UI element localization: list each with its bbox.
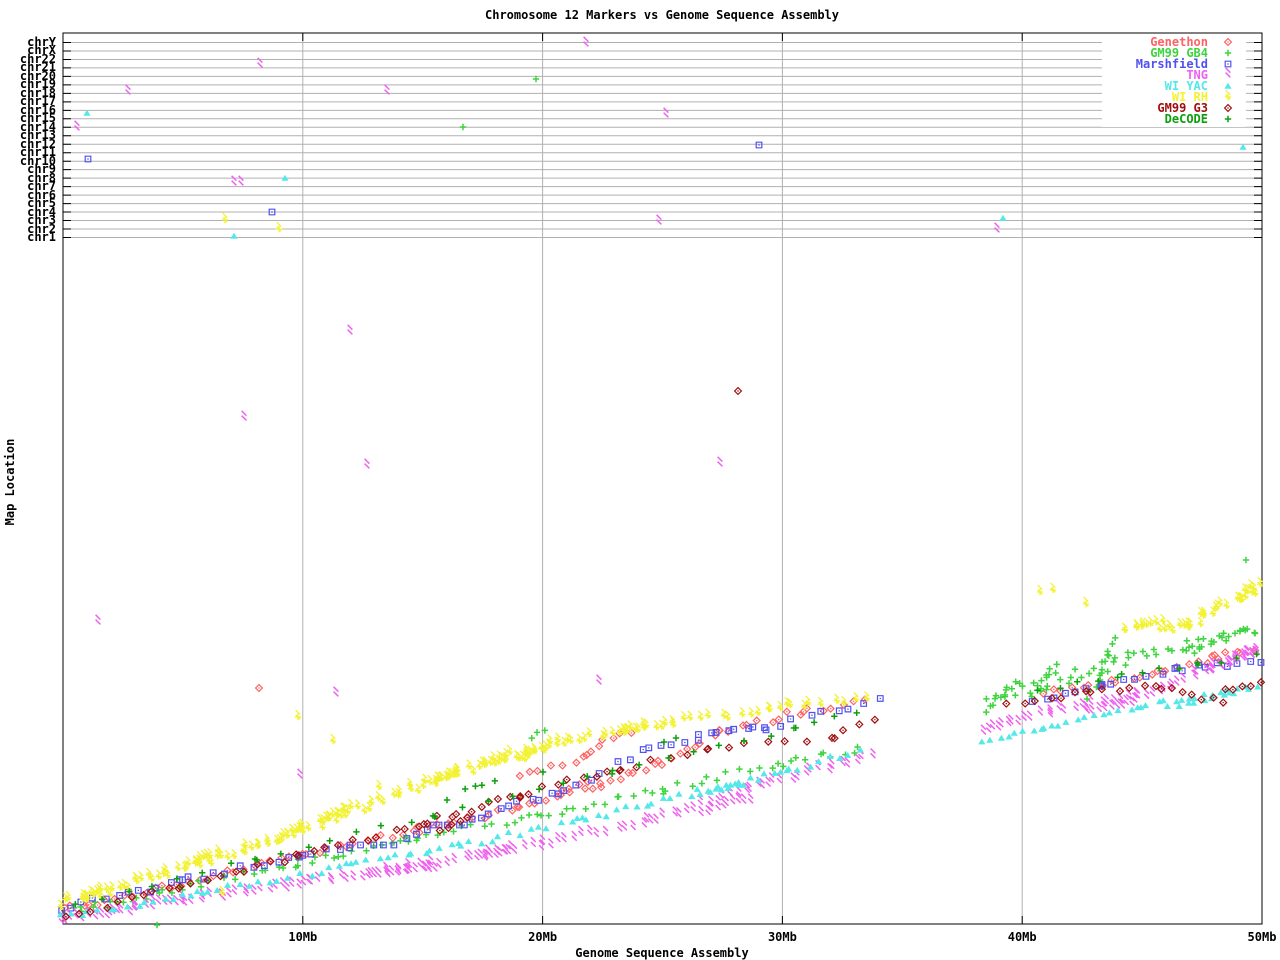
x-axis-label: Genome Sequence Assembly: [575, 946, 749, 960]
x-tick-label-40Mb: 40Mb: [1007, 930, 1037, 944]
y-axis-label: Map Location: [3, 438, 17, 526]
series-marshfield-points: [58, 141, 1265, 915]
series-wiyac-points: [56, 109, 1262, 918]
chart-screen: Chromosome 12 Markers vs Genome Sequence…: [0, 0, 1280, 960]
series-gm99g3-points: [61, 386, 1266, 921]
x-tick-label-10Mb: 10Mb: [288, 930, 318, 944]
series-wirh-points: [57, 212, 1264, 910]
legend-label-decode: DeCODE: [1164, 111, 1208, 126]
scatter-plot: [56, 32, 1266, 929]
x-tick-label-30Mb: 30Mb: [767, 930, 797, 944]
x-tick-label-20Mb: 20Mb: [528, 930, 558, 944]
chr-label-chr1: chr1: [27, 229, 56, 244]
chart-title: Chromosome 12 Markers vs Genome Sequence…: [484, 8, 840, 22]
x-tick-label-50Mb: 50Mb: [1247, 930, 1277, 944]
